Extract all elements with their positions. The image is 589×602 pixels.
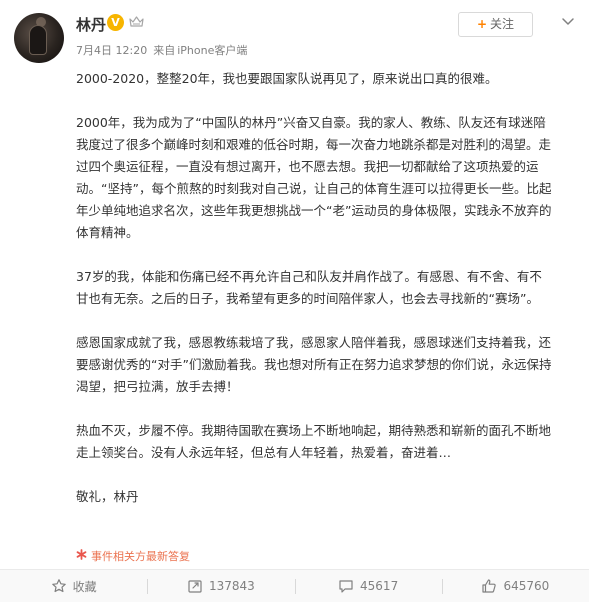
comment-count: 45617 bbox=[360, 579, 399, 593]
plus-icon: + bbox=[476, 17, 488, 31]
post-paragraph: 热血不灭，步履不停。我期待国歌在赛场上不断地响起，期待熟悉和崭新的面孔不断地走上… bbox=[76, 423, 552, 460]
like-button[interactable]: 645760 bbox=[441, 570, 589, 602]
post-paragraph: 2000-2020，整整20年，我也要跟国家队说再见了，原来说出口真的很难。 bbox=[76, 71, 498, 86]
favorite-label: 收藏 bbox=[72, 579, 97, 594]
event-source-label: 事件相关方最新答复 bbox=[91, 550, 190, 563]
asterisk-icon bbox=[76, 549, 87, 563]
post-paragraph: 37岁的我，体能和伤痛已经不再允许自己和队友并肩作战了。有感恩、有不舍、有不甘也… bbox=[76, 269, 542, 306]
crown-icon bbox=[128, 15, 144, 31]
post-meta: 7月4日 12:20 来自 iPhone客户端 bbox=[76, 42, 253, 58]
post-content: 2000-2020，整整20年，我也要跟国家队说再见了，原来说出口真的很难。 2… bbox=[76, 68, 552, 508]
follow-label: 关注 bbox=[490, 17, 515, 31]
action-bar: 收藏 137843 45617 645760 bbox=[0, 569, 589, 602]
post-signature: 敬礼，林丹 bbox=[76, 489, 139, 504]
event-source-tag[interactable]: 事件相关方最新答复 bbox=[76, 548, 190, 564]
thumbs-up-icon bbox=[482, 579, 497, 593]
post-paragraph: 感恩国家成就了我，感恩教练栽培了我，感恩家人陪伴着我，感恩球迷们支持着我，还要感… bbox=[76, 335, 552, 394]
post-paragraph: 2000年，我为成为了“中国队的林丹”兴奋又自豪。我的家人、教练、队友还有球迷陪… bbox=[76, 115, 552, 240]
user-name[interactable]: 林丹 bbox=[76, 14, 106, 35]
repost-button[interactable]: 137843 bbox=[147, 570, 294, 602]
follow-button[interactable]: + 关注 bbox=[458, 12, 533, 37]
repost-count: 137843 bbox=[208, 579, 255, 593]
like-count: 645760 bbox=[503, 579, 550, 593]
avatar-figure bbox=[29, 25, 47, 55]
comment-icon bbox=[339, 580, 353, 593]
repost-icon bbox=[188, 580, 202, 593]
favorite-button[interactable]: 收藏 bbox=[0, 570, 147, 602]
verified-badge-icon: V bbox=[107, 14, 124, 31]
user-avatar[interactable] bbox=[14, 13, 64, 63]
weibo-post-card: 林丹 V 7月4日 12:20 来自 iPhone客户端 + 关注 2000-2020… bbox=[0, 0, 589, 602]
chevron-down-icon[interactable] bbox=[560, 13, 576, 29]
star-icon bbox=[51, 579, 66, 593]
post-date[interactable]: 7月4日 12:20 bbox=[76, 44, 147, 57]
source-device[interactable]: iPhone客户端 bbox=[177, 44, 247, 57]
source-prefix: 来自 bbox=[153, 44, 176, 57]
comment-button[interactable]: 45617 bbox=[294, 570, 442, 602]
